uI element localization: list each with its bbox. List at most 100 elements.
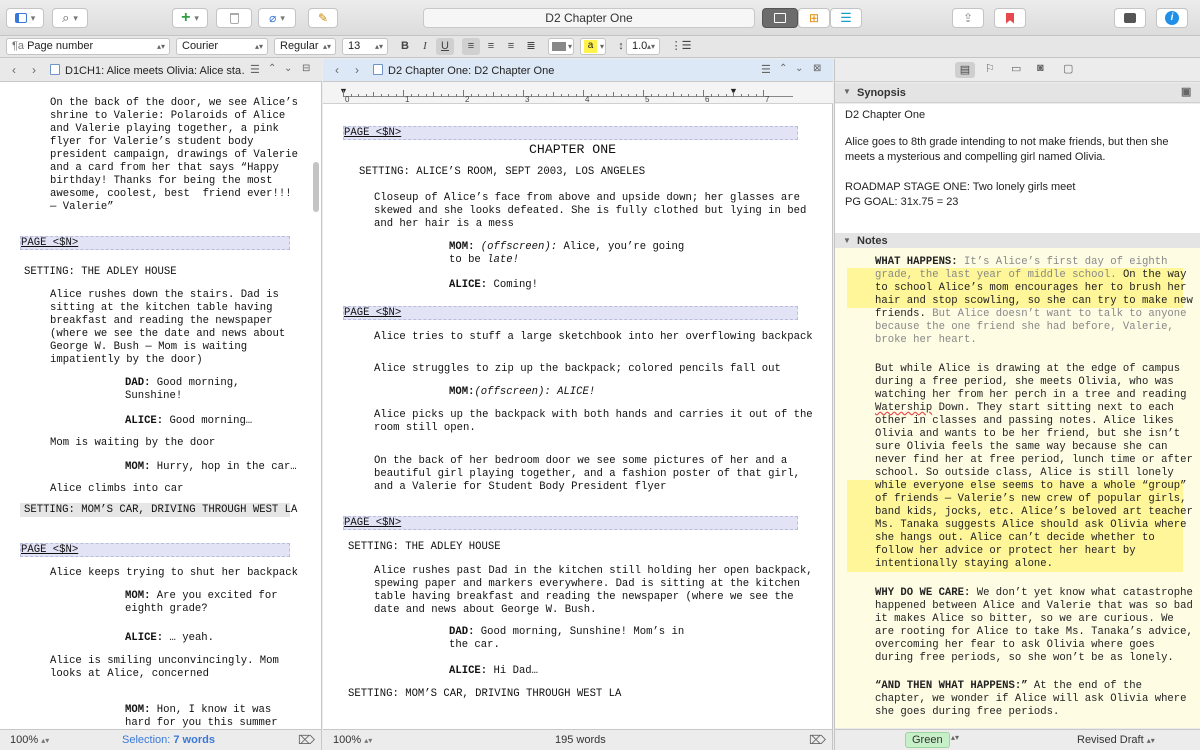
bold-button[interactable]: B xyxy=(396,38,414,55)
chevron-updown-icon: ▴▾ xyxy=(156,42,165,51)
search-button[interactable]: ⌕ ▾ xyxy=(52,8,88,28)
align-center-button[interactable]: ≡ xyxy=(482,38,500,55)
font-size-select[interactable]: 13 ▴▾ xyxy=(342,38,388,55)
dialogue-text: … yeah. xyxy=(163,632,215,644)
align-right-button[interactable]: ≡ xyxy=(502,38,520,55)
align-justify-button[interactable]: ≣ xyxy=(522,38,540,55)
zoom-select[interactable]: 100% ▴▾ xyxy=(333,734,372,746)
notes-heading: WHY DO WE CARE: xyxy=(875,587,971,599)
ruler-tick xyxy=(665,94,667,97)
attach-button[interactable]: ⌀ ▾ xyxy=(258,8,296,28)
trash-button[interactable] xyxy=(216,8,252,28)
font-family-select[interactable]: Courier ▴▾ xyxy=(176,38,268,55)
bookmarks-tab-icon[interactable]: ⚐ xyxy=(985,62,995,75)
disclosure-triangle-icon[interactable]: ▼ xyxy=(843,87,851,96)
comments-tab-icon[interactable]: ▢ xyxy=(1063,62,1073,75)
line-spacing-value: 1.0 xyxy=(632,40,648,52)
left-editor-pane[interactable]: On the back of the door, we see Alice’s … xyxy=(0,82,322,729)
dialogue-text: Hi Dad… xyxy=(487,665,539,677)
notes-area[interactable]: WHAT HAPPENS: It’s Alice’s first day of … xyxy=(835,248,1200,728)
disclosure-triangle-icon[interactable]: ▼ xyxy=(843,236,851,245)
forward-icon[interactable]: › xyxy=(32,63,36,77)
bookmark-button[interactable] xyxy=(994,8,1026,28)
image-icon[interactable]: ▣ xyxy=(1181,85,1191,98)
left-breadcrumb[interactable]: D1CH1: Alice meets Olivia: Alice sta… xyxy=(50,64,246,77)
ruler[interactable]: ▼ ▼ 0 1 2 3 4 5 6 7 xyxy=(323,82,833,104)
synopsis-area[interactable]: D2 Chapter One Alice goes to 8th grade i… xyxy=(835,104,1200,234)
action-line: Alice struggles to zip up the backpack; … xyxy=(374,363,781,375)
ruler-tick xyxy=(365,94,367,97)
italic-button[interactable]: I xyxy=(416,38,434,55)
scene-heading: SETTING: MOM’S CAR, DRIVING THROUGH WEST… xyxy=(348,688,622,700)
compose-button[interactable]: ✎ xyxy=(308,8,338,28)
text-color-picker[interactable]: ▾ xyxy=(548,38,574,55)
chevron-down-icon[interactable]: ⌄ xyxy=(284,63,292,74)
align-left-button[interactable]: ≡ xyxy=(462,38,480,55)
chevron-updown-icon: ▴▾ xyxy=(41,736,50,745)
chevron-up-icon[interactable]: ⌃ xyxy=(268,63,276,74)
dialogue-text: Alice, you’re going xyxy=(557,241,685,253)
character-name: MOM: xyxy=(125,461,151,473)
dialogue-emphasis: late! xyxy=(487,254,519,266)
chevron-down-icon[interactable]: ⌄ xyxy=(795,63,803,74)
inspector-panel: ▤ ⚐ ▭ ◙ ▢ ▼ Synopsis ▣ D2 Chapter One Al… xyxy=(834,59,1200,750)
notes-header[interactable]: ▼ Notes xyxy=(835,233,1200,249)
chevron-up-icon[interactable]: ⌃ xyxy=(779,63,787,74)
label-select[interactable]: Green xyxy=(905,732,950,748)
center-breadcrumb[interactable]: D2 Chapter One: D2 Chapter One xyxy=(373,64,623,77)
quickref-button[interactable] xyxy=(1114,8,1146,28)
split-icon[interactable]: ⊟ xyxy=(302,63,310,74)
notes-text: We don’t yet know what catastrophe xyxy=(970,587,1193,599)
outliner-mode-button[interactable]: ☰ xyxy=(830,8,862,28)
dialogue-line: ALICE: Coming! xyxy=(449,279,538,292)
chapter-title: CHAPTER ONE xyxy=(529,142,617,157)
target-icon[interactable]: ⌦ xyxy=(809,733,826,747)
misspelled-word[interactable]: Watership xyxy=(875,402,932,414)
page-marker-label: PAGE <$N> xyxy=(344,307,402,319)
font-weight-select[interactable]: Regular ▴▾ xyxy=(274,38,336,55)
target-icon[interactable]: ⌦ xyxy=(298,733,315,747)
font-family-value: Courier xyxy=(182,40,219,52)
line-spacing-select[interactable]: 1.0 ▴▾ xyxy=(626,38,660,55)
text-line: birthday! Thanks for being the most xyxy=(50,175,273,187)
list-button[interactable]: ⋮☰ ▾ xyxy=(668,38,694,69)
ruler-tick xyxy=(643,90,644,97)
ruler-tick xyxy=(388,94,389,97)
ruler-tick xyxy=(763,90,764,97)
zoom-value: 100% xyxy=(10,734,39,746)
zoom-select[interactable]: 100% ▴▾ xyxy=(10,734,49,746)
share-button[interactable]: ⇪ xyxy=(952,8,984,28)
forward-icon[interactable]: › xyxy=(355,63,359,77)
inspector-tabs: ▤ ⚐ ▭ ◙ ▢ xyxy=(835,59,1200,82)
synopsis-header[interactable]: ▼ Synopsis ▣ xyxy=(835,83,1200,103)
notes-line: grade, the last year of middle school. O… xyxy=(875,269,1187,282)
inspector-toggle-button[interactable]: i xyxy=(1156,8,1188,28)
center-editor-pane[interactable]: PAGE <$N> CHAPTER ONE SETTING: ALICE’S R… xyxy=(323,104,833,729)
paragraph-style-select[interactable]: ¶a Page number ▴▾ xyxy=(6,38,170,55)
underline-button[interactable]: U xyxy=(436,38,454,55)
status-select[interactable]: Revised Draft ▴▾ xyxy=(1077,734,1155,746)
notes-line: watching her from her perch in a tree an… xyxy=(875,389,1187,401)
synopsis-text: meets a mysterious and compelling girl n… xyxy=(845,151,1106,163)
scrollbar[interactable] xyxy=(313,162,319,212)
notes-line: But while Alice is drawing at the edge o… xyxy=(875,363,1181,375)
text-line: awesome, coolest, best friend ever!!! xyxy=(50,188,292,200)
scrivenings-mode-button[interactable] xyxy=(762,8,798,28)
chevron-down-icon: ▾ xyxy=(599,42,604,51)
corkboard-mode-button[interactable]: ⊞ xyxy=(798,8,830,28)
highlight-color-picker[interactable]: a ▾ xyxy=(580,38,606,55)
menu-icon[interactable]: ☰ xyxy=(761,63,771,76)
character-name: DAD: xyxy=(449,626,475,638)
back-icon[interactable]: ‹ xyxy=(12,63,16,77)
snapshots-tab-icon[interactable]: ◙ xyxy=(1037,62,1044,74)
text-line: and a card from her that says “Happy xyxy=(50,162,279,174)
menu-icon[interactable]: ☰ xyxy=(250,63,260,76)
view-toggle-button[interactable]: ▾ xyxy=(6,8,44,28)
notes-text: But Alice doesn’t want to talk to anyone xyxy=(925,308,1187,320)
page-marker: PAGE <$N> xyxy=(20,236,290,250)
metadata-tab-icon[interactable]: ▭ xyxy=(1011,62,1021,75)
back-icon[interactable]: ‹ xyxy=(335,63,339,77)
add-button[interactable]: + ▾ xyxy=(172,8,208,28)
close-split-icon[interactable]: ⊠ xyxy=(813,63,821,74)
notes-tab-icon[interactable]: ▤ xyxy=(955,62,975,78)
